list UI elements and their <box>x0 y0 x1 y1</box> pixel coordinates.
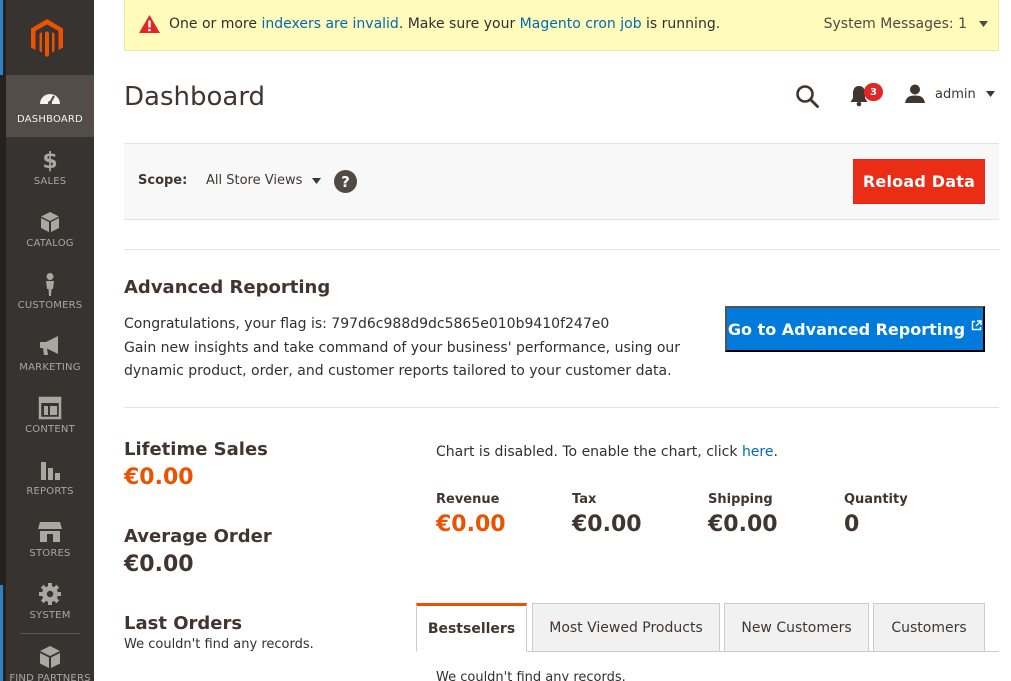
store-scope-bar: Scope: All Store Views ? Reload Data <box>124 143 999 220</box>
tab-new-customers[interactable]: New Customers <box>724 603 869 652</box>
tab-customers[interactable]: Customers <box>873 603 985 652</box>
scope-label: Scope: <box>138 173 188 188</box>
nav-label-dashboard: DASHBOARD <box>17 114 83 125</box>
nav-item-content[interactable]: CONTENT <box>6 385 94 447</box>
help-icon[interactable]: ? <box>334 170 357 193</box>
warning-icon <box>139 15 160 33</box>
tab-bestsellers[interactable]: Bestsellers <box>416 603 527 652</box>
admin-sidebar: DASHBOARD $ SALES CATALOG CUSTOMERS MARK… <box>0 0 94 681</box>
advanced-reporting-title: Advanced Reporting <box>124 277 331 298</box>
average-order-value: €0.00 <box>124 552 194 577</box>
admin-user-menu[interactable]: admin <box>905 84 995 104</box>
enable-chart-link[interactable]: here <box>742 444 774 460</box>
nav-item-marketing[interactable]: MARKETING <box>6 323 94 385</box>
system-messages-bar: One or more indexers are invalid. Make s… <box>124 0 999 51</box>
system-message-part: . Make sure your <box>398 16 520 32</box>
nav-label-marketing: MARKETING <box>19 362 81 373</box>
totals-revenue-label: Revenue <box>436 492 500 507</box>
store-icon <box>38 522 62 542</box>
gear-icon <box>39 583 61 605</box>
person-icon <box>46 273 54 296</box>
sidebar-accent-bottom <box>0 585 3 681</box>
nav-label-customers: CUSTOMERS <box>17 300 83 311</box>
megaphone-icon <box>40 336 58 355</box>
chevron-down-icon <box>985 91 995 97</box>
system-message-part: is running. <box>641 16 721 32</box>
dollar-icon: $ <box>42 149 57 172</box>
system-messages-count: System Messages: 1 <box>823 16 967 32</box>
nav-label-content: CONTENT <box>25 424 75 435</box>
advanced-reporting-flag: Congratulations, your flag is: 797d6c988… <box>124 316 610 332</box>
chevron-down-icon <box>979 21 988 27</box>
store-view-switcher[interactable]: All Store Views <box>206 173 322 188</box>
nav-label-sales: SALES <box>33 176 67 187</box>
chart-disabled-text: Chart is disabled. To enable the chart, … <box>436 444 742 460</box>
nav-label-catalog: CATALOG <box>26 238 74 249</box>
store-view-selected: All Store Views <box>206 173 303 188</box>
totals-quantity-value: 0 <box>844 512 860 537</box>
svg-text:$: $ <box>42 149 57 172</box>
totals-shipping-value: €0.00 <box>708 512 778 537</box>
totals-shipping-label: Shipping <box>708 492 773 507</box>
page-title: Dashboard <box>124 82 266 112</box>
totals-tax-value: €0.00 <box>572 512 642 537</box>
nav-item-catalog[interactable]: CATALOG <box>6 199 94 261</box>
go-to-advanced-reporting-button[interactable]: Go to Advanced Reporting <box>725 306 985 352</box>
partners-box-icon <box>40 646 60 668</box>
notifications-badge: 3 <box>864 83 883 101</box>
layout-icon <box>38 396 62 420</box>
nav-label-reports: REPORTS <box>26 486 74 497</box>
tab-empty-message: We couldn't find any records. <box>436 670 626 681</box>
nav-label-find-partners: FIND PARTNERS <box>9 673 91 681</box>
nav-item-dashboard[interactable]: DASHBOARD <box>6 75 94 137</box>
user-icon <box>905 84 925 103</box>
system-messages-toggle[interactable]: System Messages: 1 <box>824 16 988 32</box>
average-order-title: Average Order <box>124 526 272 547</box>
admin-username: admin <box>935 86 976 102</box>
indexers-invalid-link[interactable]: indexers are invalid <box>261 16 398 32</box>
nav-item-system[interactable]: SYSTEM <box>6 571 94 633</box>
totals-tax-label: Tax <box>572 492 597 507</box>
nav-item-sales[interactable]: $ SALES <box>6 137 94 199</box>
system-message-text: One or more indexers are invalid. Make s… <box>169 16 720 32</box>
divider <box>124 407 999 408</box>
system-message-part: One or more <box>169 16 262 32</box>
dashboard-icon <box>40 94 60 105</box>
nav-item-customers[interactable]: CUSTOMERS <box>6 261 94 323</box>
chart-disabled-end: . <box>773 444 778 460</box>
nav-item-stores[interactable]: STORES <box>6 509 94 571</box>
box-icon <box>41 212 59 232</box>
nav-item-find-partners[interactable]: FIND PARTNERS <box>6 633 94 681</box>
advanced-reporting-text: Gain new insights and take command of yo… <box>124 339 681 380</box>
lifetime-sales-title: Lifetime Sales <box>124 439 268 460</box>
divider <box>124 249 999 250</box>
reload-data-button[interactable]: Reload Data <box>853 159 985 204</box>
advanced-reporting-description: Congratulations, your flag is: 797d6c988… <box>124 313 714 384</box>
cron-job-link[interactable]: Magento cron job <box>520 16 642 32</box>
search-icon <box>796 85 819 108</box>
chart-disabled-message: Chart is disabled. To enable the chart, … <box>436 444 778 460</box>
advanced-reporting-button-label: Go to Advanced Reporting <box>727 319 966 339</box>
global-search-button[interactable] <box>795 84 820 113</box>
nav-label-stores: STORES <box>29 548 71 559</box>
bar-chart-icon <box>41 462 60 480</box>
lifetime-sales-value: €0.00 <box>124 465 194 490</box>
tab-most-viewed-products[interactable]: Most Viewed Products <box>532 603 720 652</box>
nav-label-system: SYSTEM <box>29 610 71 621</box>
magento-logo[interactable] <box>0 0 94 75</box>
totals-quantity-label: Quantity <box>844 492 908 507</box>
totals-revenue-value: €0.00 <box>436 512 506 537</box>
chevron-down-icon <box>312 177 322 184</box>
last-orders-empty-message: We couldn't find any records. <box>124 637 314 652</box>
nav-item-reports[interactable]: REPORTS <box>6 447 94 509</box>
last-orders-title: Last Orders <box>124 613 243 634</box>
magento-logo-icon <box>31 18 63 57</box>
external-link-icon <box>971 319 982 330</box>
